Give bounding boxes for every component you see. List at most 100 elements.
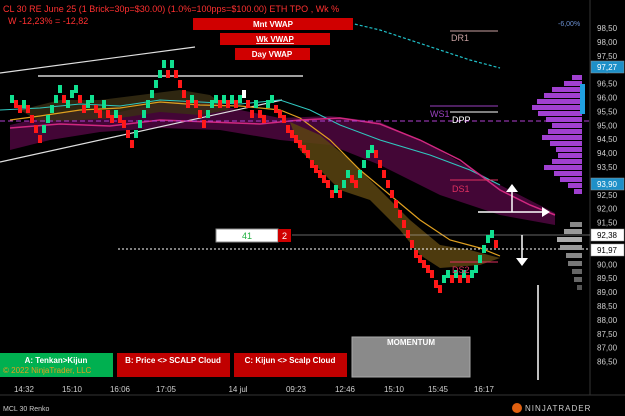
renko-brick: [262, 115, 266, 123]
renko-brick: [82, 105, 86, 113]
counter-value: 41: [242, 231, 252, 241]
renko-brick: [190, 95, 194, 103]
wk-vwap-button[interactable]: Wk VWAP: [220, 33, 330, 45]
renko-brick: [394, 200, 398, 208]
price-tick-label: 89,50: [597, 274, 618, 283]
renko-brick: [250, 110, 254, 118]
counter-badge: 2: [282, 231, 287, 241]
time-tick-label: 15:10: [62, 385, 83, 394]
renko-brick: [198, 110, 202, 118]
renko-brick: [298, 140, 302, 148]
time-tick-label: 14:32: [14, 385, 35, 394]
chart-title: CL 30 RE June 25 (1 Brick=30p=$30.00) (1…: [3, 4, 339, 14]
volume-bar: [574, 277, 582, 282]
renko-brick: [474, 265, 478, 273]
renko-brick: [62, 95, 66, 103]
volume-bar: [532, 105, 582, 110]
copyright-text: © 2022 NinjaTrader, LLC: [3, 366, 92, 375]
legend-tenkan-kijun-label: A: Tenkan>Kijun: [25, 356, 88, 365]
renko-brick: [406, 230, 410, 238]
volume-bar: [537, 99, 582, 104]
volume-bar: [577, 285, 582, 290]
counter-widget[interactable]: 41 2: [215, 228, 291, 243]
legend-kijun-scalp-label: C: Kijun <> Scalp Cloud: [245, 356, 336, 365]
renko-brick: [366, 150, 370, 158]
renko-brick: [458, 275, 462, 283]
renko-brick: [370, 145, 374, 153]
renko-brick: [330, 190, 334, 198]
renko-brick: [26, 105, 30, 113]
renko-brick: [354, 180, 358, 188]
renko-brick: [122, 120, 126, 128]
renko-brick: [390, 190, 394, 198]
renko-brick: [334, 185, 338, 193]
renko-brick: [418, 255, 422, 263]
renko-brick: [146, 100, 150, 108]
renko-brick: [446, 270, 450, 278]
renko-brick: [470, 270, 474, 278]
price-tick-label: 94,50: [597, 135, 618, 144]
price-tick-label: 92,50: [597, 191, 618, 200]
renko-brick: [426, 265, 430, 273]
volume-bar: [574, 189, 582, 194]
renko-brick: [290, 130, 294, 138]
price-tick-label: 90,00: [597, 260, 618, 269]
renko-brick: [490, 230, 494, 238]
renko-brick: [386, 180, 390, 188]
renko-brick: [214, 95, 218, 103]
chart-panel[interactable]: CL 30 RE June 25 (1 Brick=30p=$30.00) (1…: [0, 0, 625, 416]
time-tick-label: 15:45: [428, 385, 449, 394]
renko-brick: [258, 110, 262, 118]
volume-bar: [557, 237, 582, 242]
volume-bar: [542, 135, 582, 140]
volume-bar: [538, 111, 582, 116]
renko-brick: [398, 210, 402, 218]
price-tick-label: 86,50: [597, 358, 618, 367]
day-vwap-button[interactable]: Day VWAP: [235, 48, 310, 60]
renko-brick: [306, 150, 310, 158]
renko-brick: [70, 90, 74, 98]
price-tick-label: 98,00: [597, 38, 618, 47]
price-tick-label: 87,50: [597, 330, 618, 339]
legend-price-scalp[interactable]: B: Price <> SCALP Cloud: [117, 353, 230, 377]
renko-brick: [274, 105, 278, 113]
price-badge-label: 97,27: [597, 63, 618, 72]
day-vwap-label: Day VWAP: [252, 50, 293, 59]
price-tick-label: 95,00: [597, 121, 618, 130]
level-dpp-label: DPP: [452, 115, 471, 125]
renko-brick: [150, 90, 154, 98]
renko-brick: [402, 220, 406, 228]
renko-brick: [194, 100, 198, 108]
volume-bar: [546, 117, 582, 122]
renko-brick: [118, 115, 122, 123]
price-tick-label: 96,50: [597, 80, 618, 89]
renko-brick: [226, 100, 230, 108]
volume-bar: [572, 75, 582, 80]
volume-bar: [548, 129, 582, 134]
price-tick-label: 97,50: [597, 52, 618, 61]
renko-brick: [350, 175, 354, 183]
volume-bar: [552, 123, 582, 128]
renko-brick: [126, 130, 130, 138]
price-tick-label: 88,00: [597, 316, 618, 325]
renko-brick: [278, 110, 282, 118]
renko-brick: [222, 95, 226, 103]
renko-brick: [158, 70, 162, 78]
volume-bar: [554, 171, 582, 176]
renko-brick: [110, 115, 114, 123]
renko-brick: [202, 120, 206, 128]
ninjatrader-icon: [512, 403, 522, 413]
legend-kijun-scalp[interactable]: C: Kijun <> Scalp Cloud: [234, 353, 347, 377]
wk-vwap-label: Wk VWAP: [256, 35, 294, 44]
mnt-vwap-button[interactable]: Mnt VWAP: [193, 18, 353, 30]
renko-brick: [206, 110, 210, 118]
renko-brick: [438, 285, 442, 293]
renko-brick: [10, 95, 14, 103]
price-tick-label: 95,50: [597, 107, 618, 116]
renko-brick: [18, 105, 22, 113]
volume-bar: [552, 159, 582, 164]
renko-brick: [46, 115, 50, 123]
renko-brick: [66, 100, 70, 108]
renko-brick: [482, 245, 486, 253]
renko-brick: [282, 115, 286, 123]
